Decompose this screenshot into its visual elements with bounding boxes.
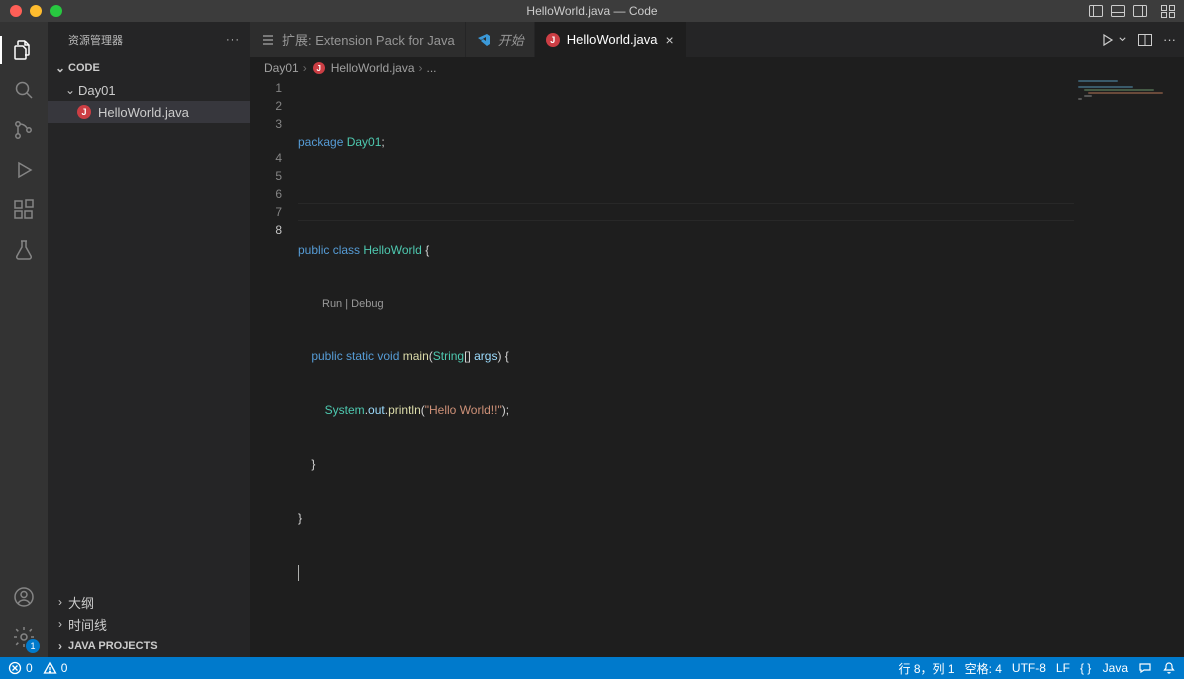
list-icon [260, 32, 276, 48]
vscode-icon [476, 32, 492, 48]
tab-label: HelloWorld.java [567, 32, 658, 47]
editor-tabs: 扩展: Extension Pack for Java 开始 J HelloWo… [250, 22, 1184, 57]
tab-label: 扩展: Extension Pack for Java [282, 30, 455, 49]
java-file-icon: J [545, 32, 561, 48]
java-projects-label: JAVA PROJECTS [68, 640, 158, 652]
breadcrumbs[interactable]: Day01 › J HelloWorld.java › ... [250, 57, 1184, 79]
activity-settings[interactable]: 1 [0, 617, 48, 657]
file-label: HelloWorld.java [98, 105, 189, 120]
chevron-down-icon: ⌄ [62, 83, 78, 97]
chevron-right-icon: › [303, 61, 307, 75]
status-encoding[interactable]: UTF-8 [1012, 661, 1046, 675]
breadcrumb-more[interactable]: ... [427, 61, 437, 75]
project-header[interactable]: ⌄ CODE [48, 57, 250, 79]
outline-panel[interactable]: › 大纲 [48, 591, 250, 613]
folder-day01[interactable]: ⌄ Day01 [48, 79, 250, 101]
layout-customize-icon[interactable] [1160, 3, 1176, 19]
titlebar-right [1088, 3, 1176, 19]
activity-accounts[interactable] [0, 577, 48, 617]
settings-badge: 1 [26, 639, 40, 653]
activity-run-debug[interactable] [0, 150, 48, 190]
editor-actions: ··· [1100, 22, 1184, 57]
line-gutter: 1 2 3 4 5 6 7 8 [250, 79, 298, 657]
more-actions-button[interactable]: ··· [1163, 32, 1176, 47]
minimize-window-button[interactable] [30, 5, 42, 17]
tab-label: 开始 [498, 30, 524, 49]
sidebar-title: 资源管理器 [68, 32, 123, 48]
folder-label: Day01 [78, 83, 116, 98]
status-errors[interactable]: 0 [8, 661, 33, 675]
status-language[interactable]: { } Java [1080, 661, 1128, 675]
status-warnings[interactable]: 0 [43, 661, 68, 675]
code-content[interactable]: package Day01; public class HelloWorld {… [298, 79, 1184, 657]
activity-source-control[interactable] [0, 110, 48, 150]
code-editor[interactable]: 1 2 3 4 5 6 7 8 package Day01; public cl… [250, 79, 1184, 657]
layout-bottom-icon[interactable] [1110, 3, 1126, 19]
project-name: CODE [68, 62, 100, 74]
tab-helloworld[interactable]: J HelloWorld.java × [535, 22, 687, 57]
maximize-window-button[interactable] [50, 5, 62, 17]
status-feedback[interactable] [1138, 661, 1152, 675]
editor-area: 扩展: Extension Pack for Java 开始 J HelloWo… [250, 22, 1184, 657]
activity-explorer[interactable] [0, 30, 48, 70]
run-button[interactable] [1100, 32, 1127, 48]
activity-testing[interactable] [0, 230, 48, 270]
minimap[interactable] [1074, 79, 1184, 657]
split-editor-button[interactable] [1137, 32, 1153, 48]
chevron-right-icon: › [52, 595, 68, 609]
breadcrumb-folder[interactable]: Day01 [264, 61, 299, 75]
sidebar-more-button[interactable]: ··· [226, 34, 240, 46]
status-bar: 0 0 行 8，列 1 空格: 4 UTF-8 LF { } Java [0, 657, 1184, 679]
close-window-button[interactable] [10, 5, 22, 17]
status-line-col[interactable]: 行 8，列 1 [899, 660, 955, 677]
window-title: HelloWorld.java — Code [526, 4, 657, 18]
outline-label: 大纲 [68, 593, 94, 612]
tab-extension-pack[interactable]: 扩展: Extension Pack for Java [250, 22, 466, 57]
status-notifications[interactable] [1162, 661, 1176, 675]
activity-extensions[interactable] [0, 190, 48, 230]
layout-left-icon[interactable] [1088, 3, 1104, 19]
window-controls [0, 5, 62, 17]
status-eol[interactable]: LF [1056, 661, 1070, 675]
breadcrumb-file[interactable]: HelloWorld.java [331, 61, 415, 75]
explorer-sidebar: 资源管理器 ··· ⌄ CODE ⌄ Day01 J HelloWorld.ja… [48, 22, 250, 657]
chevron-right-icon: › [419, 61, 423, 75]
file-helloworld[interactable]: J HelloWorld.java [48, 101, 250, 123]
status-indentation[interactable]: 空格: 4 [965, 660, 1002, 677]
chevron-right-icon: › [52, 617, 68, 631]
code-lens[interactable]: Run | Debug [298, 295, 1184, 311]
tab-start[interactable]: 开始 [466, 22, 535, 57]
activity-search[interactable] [0, 70, 48, 110]
chevron-right-icon: › [52, 639, 68, 653]
java-file-icon: J [76, 104, 92, 120]
titlebar: HelloWorld.java — Code [0, 0, 1184, 22]
sidebar-header: 资源管理器 ··· [48, 22, 250, 57]
activity-bar: 1 [0, 22, 48, 657]
java-file-icon: J [311, 60, 327, 76]
chevron-down-icon: ⌄ [52, 61, 68, 75]
close-tab-button[interactable]: × [664, 32, 676, 48]
timeline-panel[interactable]: › 时间线 [48, 613, 250, 635]
timeline-label: 时间线 [68, 615, 107, 634]
java-projects-panel[interactable]: › JAVA PROJECTS [48, 635, 250, 657]
layout-right-icon[interactable] [1132, 3, 1148, 19]
text-cursor [298, 565, 299, 581]
